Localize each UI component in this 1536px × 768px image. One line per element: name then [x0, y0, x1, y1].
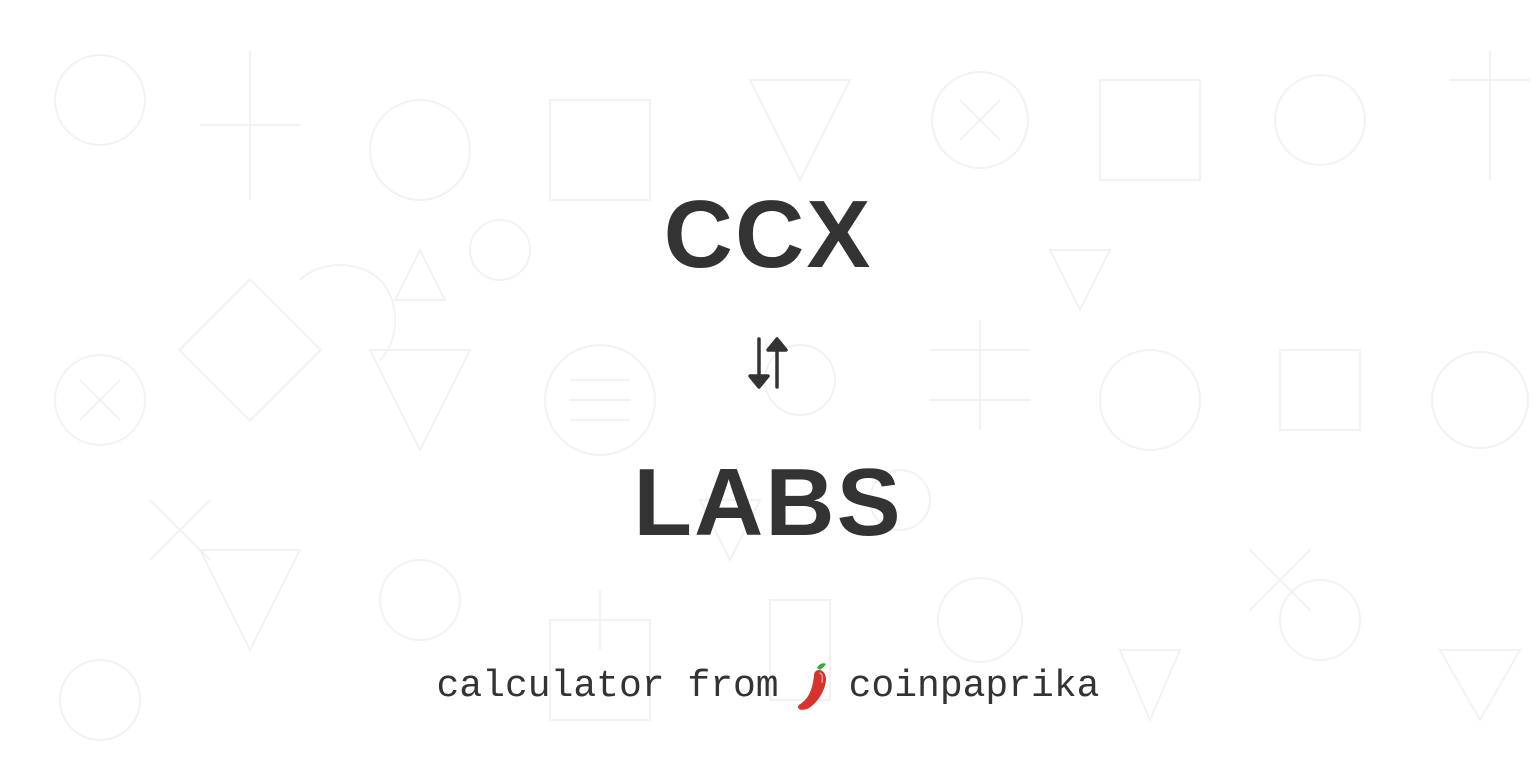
target-currency: LABS: [633, 448, 902, 558]
swap-icon: [738, 328, 798, 398]
main-content: CCX LABS: [0, 0, 1536, 768]
source-currency: CCX: [664, 180, 873, 290]
